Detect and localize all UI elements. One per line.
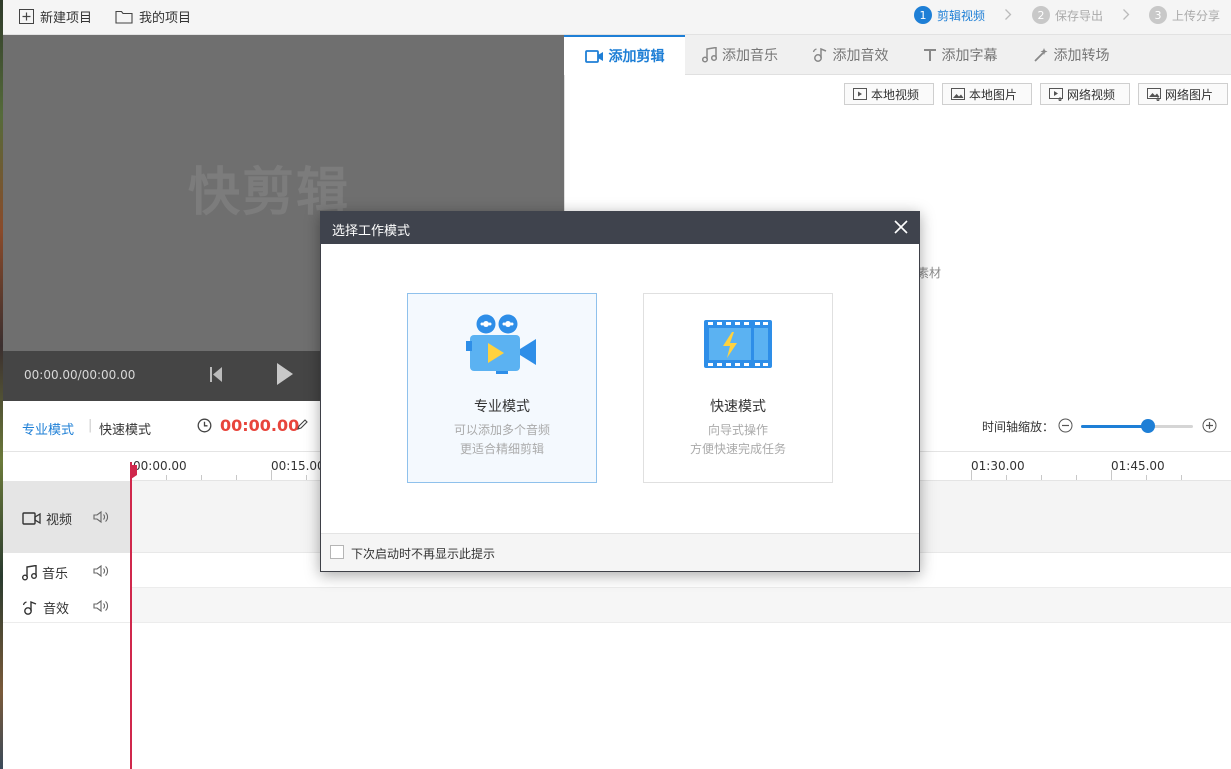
video-camera-icon xyxy=(22,512,41,525)
mode-fast-link[interactable]: 快速模式 xyxy=(99,419,151,438)
step-label: 保存导出 xyxy=(1055,8,1104,23)
folder-icon xyxy=(115,9,133,24)
tab-label: 添加音乐 xyxy=(722,48,778,64)
step-label: 剪辑视频 xyxy=(937,8,986,23)
panel-hint-text: 素材 xyxy=(917,266,942,280)
current-time: 00:00.00 xyxy=(220,416,300,435)
clock-icon xyxy=(197,418,212,433)
ruler-tick xyxy=(236,475,237,480)
sound-effect-track-label: 音效 xyxy=(22,598,69,617)
chevron-right-icon xyxy=(1004,8,1012,21)
zoom-slider-fill xyxy=(1081,425,1149,428)
zoom-in-icon[interactable] xyxy=(1202,418,1217,433)
ruler-tick xyxy=(166,475,167,480)
card-title: 专业模式 xyxy=(474,399,530,415)
track-name: 音效 xyxy=(43,602,70,617)
movie-camera-icon xyxy=(466,313,538,375)
speaker-icon[interactable] xyxy=(93,510,109,524)
card-description: 更适合精细剪辑 xyxy=(459,442,544,456)
card-description: 方便快速完成任务 xyxy=(689,442,786,456)
new-project-label: 新建项目 xyxy=(40,10,93,26)
web-image-icon xyxy=(1147,87,1161,101)
ruler-tick xyxy=(1181,475,1182,480)
card-description: 向导式操作 xyxy=(707,423,768,437)
playhead-handle[interactable] xyxy=(131,465,138,479)
web-video-icon xyxy=(1049,87,1063,101)
sound-effect-icon xyxy=(812,47,828,63)
magic-wand-icon xyxy=(1033,47,1049,63)
ruler-tick xyxy=(1041,475,1042,480)
ruler-label: 00:00.00 xyxy=(133,459,187,473)
chevron-right-icon xyxy=(1122,8,1130,21)
ruler-label: 00:15.00 xyxy=(271,459,325,473)
tab-label: 添加字幕 xyxy=(941,48,998,64)
ruler-tick xyxy=(1146,475,1147,480)
local-image-button[interactable]: 本地图片 xyxy=(942,83,1032,105)
music-note-icon xyxy=(702,47,717,63)
plus-square-icon xyxy=(19,8,34,24)
ruler-tick xyxy=(1006,475,1007,480)
card-description: 可以添加多个音频 xyxy=(453,423,550,437)
tab-label: 添加音效 xyxy=(832,48,889,64)
step-save-export[interactable]: 2 保存导出 xyxy=(1032,5,1103,25)
tab-label: 添加剪辑 xyxy=(608,49,665,65)
video-track-label: 视频 xyxy=(22,509,72,528)
music-track-label: 音乐 xyxy=(22,563,68,582)
tab-add-music[interactable]: 添加音乐 xyxy=(685,35,795,75)
sound-effect-icon xyxy=(22,600,38,616)
zoom-out-icon[interactable] xyxy=(1058,418,1073,433)
speaker-icon[interactable] xyxy=(93,599,109,613)
tab-add-sound-effect[interactable]: 添加音效 xyxy=(795,35,905,75)
ruler-tick xyxy=(201,475,202,480)
dont-show-again-checkbox[interactable] xyxy=(330,545,344,559)
preview-timecode: 00:00.00/00:00.00 xyxy=(24,368,136,382)
edit-time-icon[interactable] xyxy=(297,419,308,430)
step-number: 3 xyxy=(1149,6,1167,24)
step-number: 1 xyxy=(914,6,932,24)
local-image-icon xyxy=(951,88,965,100)
mode-pro-link[interactable]: 专业模式 xyxy=(22,419,74,438)
my-projects-label: 我的项目 xyxy=(139,10,192,26)
speaker-icon[interactable] xyxy=(93,564,109,578)
card-title: 快速模式 xyxy=(710,399,766,415)
music-note-icon xyxy=(22,564,37,581)
web-image-button[interactable]: 网络图片 xyxy=(1138,83,1228,105)
play-icon[interactable] xyxy=(276,362,294,386)
my-projects-button[interactable]: 我的项目 xyxy=(115,6,191,26)
video-camera-icon xyxy=(584,49,604,63)
step-upload-share[interactable]: 3 上传分享 xyxy=(1149,5,1220,25)
close-icon[interactable] xyxy=(893,219,909,235)
button-label: 网络图片 xyxy=(1165,87,1214,102)
sound-effect-track[interactable] xyxy=(131,588,1231,623)
mode-separator: | xyxy=(88,418,93,433)
dialog-title: 选择工作模式 xyxy=(332,224,411,239)
ruler-tick xyxy=(1076,475,1077,480)
step-label: 上传分享 xyxy=(1172,8,1221,23)
local-video-button[interactable]: 本地视频 xyxy=(844,83,934,105)
ruler-label: 01:30.00 xyxy=(971,459,1025,473)
step-number: 2 xyxy=(1032,6,1050,24)
tab-add-subtitle[interactable]: 添加字幕 xyxy=(905,35,1015,75)
button-label: 本地图片 xyxy=(969,87,1018,102)
zoom-label: 时间轴缩放： xyxy=(982,420,1055,434)
new-project-button[interactable]: 新建项目 xyxy=(19,6,92,26)
tab-label: 添加转场 xyxy=(1053,48,1110,64)
dont-show-again-label[interactable]: 下次启动时不再显示此提示 xyxy=(351,545,495,562)
tab-add-clip[interactable]: 添加剪辑 xyxy=(564,35,685,75)
track-name: 音乐 xyxy=(42,567,69,582)
track-name: 视频 xyxy=(46,513,73,528)
playhead[interactable] xyxy=(130,462,132,769)
ruler-tick xyxy=(306,475,307,480)
step-edit-video[interactable]: 1 剪辑视频 xyxy=(914,5,985,25)
button-label: 本地视频 xyxy=(871,87,920,102)
text-t-icon xyxy=(923,48,937,62)
tab-add-transition[interactable]: 添加转场 xyxy=(1015,35,1127,75)
web-video-button[interactable]: 网络视频 xyxy=(1040,83,1130,105)
skip-back-icon[interactable] xyxy=(210,366,223,383)
local-video-icon xyxy=(853,88,867,100)
film-strip-flash-icon xyxy=(704,320,772,368)
ruler-label: 01:45.00 xyxy=(1111,459,1165,473)
button-label: 网络视频 xyxy=(1067,87,1116,102)
